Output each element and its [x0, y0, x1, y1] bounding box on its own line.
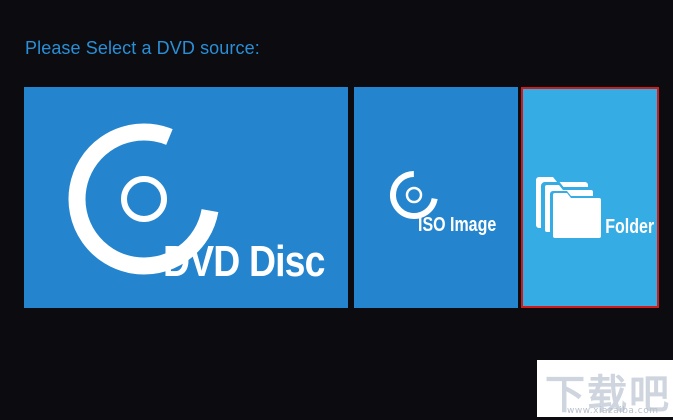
dvd-folder-label: DVD Folder	[567, 216, 655, 238]
watermark-url: www.xiazaiba.com	[567, 406, 659, 416]
dvd-folder-tile[interactable]: DVD Folder	[521, 87, 659, 308]
folder-stack-icon	[536, 177, 602, 240]
watermark-logo: 下载吧 www.xiazaiba.com	[537, 360, 673, 418]
source-prompt: Please Select a DVD source:	[25, 38, 260, 58]
iso-image-label: ISO Image	[418, 214, 497, 236]
dvd-disc-tile[interactable]: DVD Disc	[24, 87, 348, 308]
iso-disc-icon	[390, 171, 438, 219]
dvd-disc-label: DVD Disc	[163, 237, 325, 286]
iso-image-tile[interactable]: ISO Image	[354, 87, 518, 308]
